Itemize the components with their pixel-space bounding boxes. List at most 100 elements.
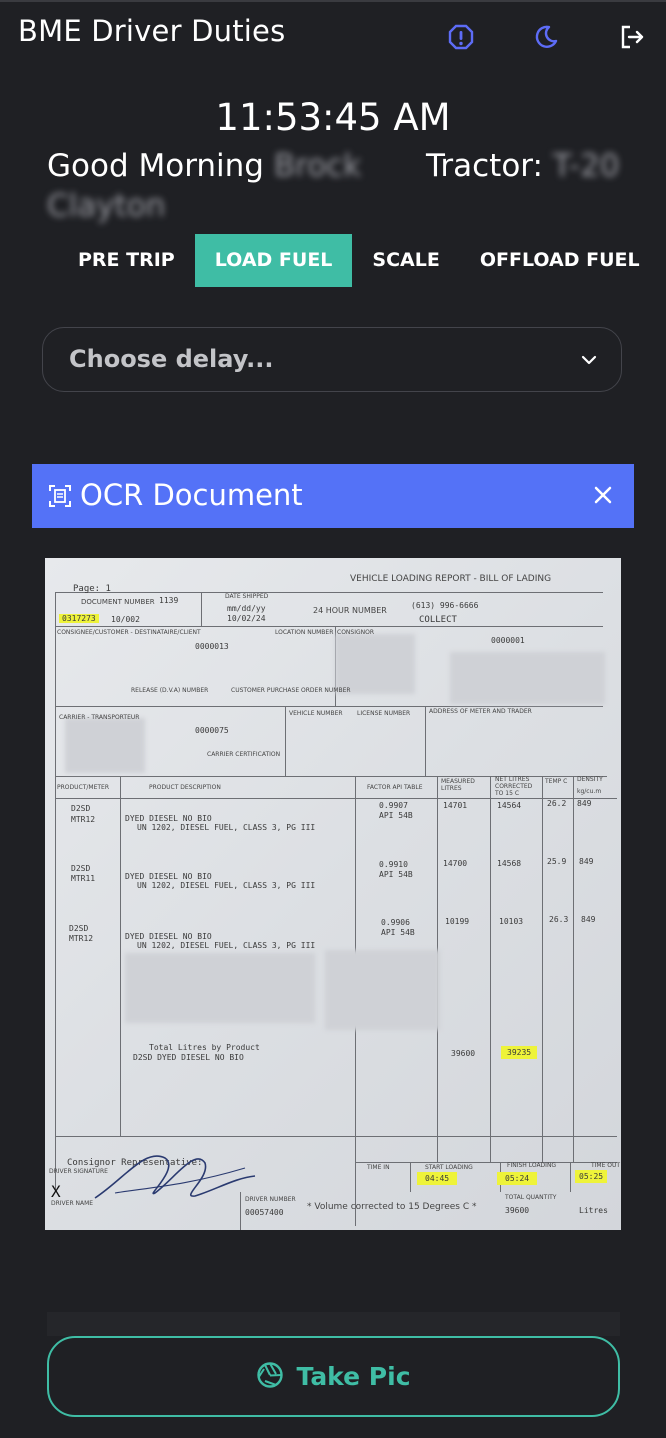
doc-row2-meter: MTR11 — [71, 874, 96, 883]
doc-row2-measured: 14700 — [443, 859, 468, 868]
doc-x-mark: X — [51, 1182, 61, 1201]
tab-load-fuel[interactable]: LOAD FUEL — [194, 234, 353, 287]
app-title: BME Driver Duties — [18, 14, 286, 48]
doc-col-desc: PRODUCT DESCRIPTION — [149, 784, 221, 791]
camera-shutter-icon — [256, 1361, 284, 1393]
doc-page: Page: 1 — [73, 584, 111, 594]
tractor: Tractor: T-20 — [426, 148, 620, 184]
greeting: Good Morning Brock — [47, 148, 361, 184]
doc-finish-loading: 05:24 — [497, 1172, 538, 1185]
doc-report-title: VEHICLE LOADING REPORT - BILL OF LADING — [350, 574, 552, 584]
doc-total-measured: 39600 — [451, 1049, 476, 1058]
doc-col-meter: PRODUCT/METER — [57, 784, 109, 791]
doc-start-loading: 04:45 — [417, 1172, 458, 1185]
doc-row1-api: API 54B — [379, 811, 413, 820]
doc-row2-desc1: DYED DIESEL NO BIO — [125, 872, 212, 881]
chevron-down-icon — [579, 350, 599, 374]
doc-date-shipped-label: DATE SHIPPED — [225, 593, 269, 600]
tab-pre-trip[interactable]: PRE TRIP — [58, 234, 195, 287]
doc-document-number: 1139 — [159, 596, 179, 605]
doc-time-out-label: TIME OUT — [591, 1162, 621, 1169]
delay-select-placeholder: Choose delay... — [69, 345, 274, 373]
moon-icon[interactable] — [531, 22, 561, 52]
doc-license-label: LICENSE NUMBER — [357, 710, 411, 717]
doc-total-qty-label: TOTAL QUANTITY — [505, 1194, 557, 1201]
doc-volume-note: * Volume corrected to 15 Degrees C * — [307, 1202, 477, 1212]
doc-col-temp: TEMP C — [545, 778, 568, 785]
take-pic-button[interactable]: Take Pic — [47, 1336, 620, 1417]
tractor-label: Tractor: — [426, 148, 543, 184]
tractor-value: T-20 — [552, 148, 620, 184]
doc-row2-api: API 54B — [379, 870, 413, 879]
doc-address-label: ADDRESS OF METER AND TRADER — [429, 708, 532, 715]
ocr-panel-header: OCR Document — [32, 464, 634, 528]
doc-row3-density: 849 — [581, 915, 596, 924]
doc-row1-net: 14564 — [497, 801, 522, 810]
doc-po-label: CUSTOMER PURCHASE ORDER NUMBER — [231, 687, 351, 694]
doc-row2-temp: 25.9 — [547, 857, 567, 866]
doc-total-unit: Litres — [579, 1206, 608, 1215]
doc-hour-label: 24 HOUR NUMBER — [313, 606, 387, 615]
doc-row3-code: D2SD — [69, 924, 89, 933]
doc-date-format: mm/dd/yy — [227, 604, 266, 613]
doc-vehicle-label: VEHICLE NUMBER — [289, 710, 343, 717]
close-icon[interactable] — [590, 482, 616, 512]
doc-row2-code: D2SD — [71, 864, 91, 873]
doc-consignor-number: 0000001 — [491, 636, 525, 645]
doc-time-in-label: TIME IN — [367, 1164, 390, 1171]
doc-row1-desc1: DYED DIESEL NO BIO — [125, 814, 212, 823]
doc-consignee-number: 0000013 — [195, 642, 229, 651]
doc-start-loading-label: START LOADING — [425, 1164, 473, 1171]
doc-row1-density: 849 — [577, 799, 592, 808]
doc-consignee-label: CONSIGNEE/CUSTOMER - DESTINATAIRE/CLIENT — [57, 629, 201, 636]
doc-row2-factor: 0.9910 — [379, 860, 408, 869]
doc-collect: COLLECT — [419, 615, 457, 625]
doc-col-density: DENSITY — [577, 776, 603, 783]
doc-row3-meter: MTR12 — [69, 934, 94, 943]
doc-row3-desc2: UN 1202, DIESEL FUEL, CLASS 3, PG III — [137, 941, 316, 950]
scan-document-icon — [48, 484, 72, 512]
tab-scale[interactable]: SCALE — [352, 234, 459, 287]
take-pic-label: Take Pic — [296, 1362, 411, 1391]
doc-row2-desc2: UN 1202, DIESEL FUEL, CLASS 3, PG III — [137, 881, 316, 890]
doc-row3-measured: 10199 — [445, 917, 470, 926]
doc-code: 10/002 — [111, 615, 140, 624]
driver-last-name: Clayton — [47, 188, 166, 224]
doc-carrier-label: CARRIER - TRANSPORTEUR — [59, 714, 140, 721]
doc-driver-number: 00057400 — [245, 1208, 284, 1217]
clock: 11:53:45 AM — [215, 96, 451, 139]
doc-row1-meter: MTR12 — [71, 815, 96, 824]
panel-divider — [47, 1312, 620, 1336]
doc-row1-measured: 14701 — [443, 801, 468, 810]
doc-row3-desc1: DYED DIESEL NO BIO — [125, 932, 212, 941]
tab-offload-fuel[interactable]: OFFLOAD FUEL — [460, 234, 660, 287]
doc-total-label: Total Litres by Product — [149, 1043, 260, 1052]
driver-last-name-line: Clayton — [47, 188, 165, 224]
doc-document-number-label: DOCUMENT NUMBER — [81, 598, 155, 606]
doc-finish-loading-label: FINISH LOADING — [507, 1162, 557, 1169]
greeting-prefix: Good Morning — [47, 148, 264, 184]
doc-hour-number: (613) 996-6666 — [411, 601, 479, 610]
doc-row3-temp: 26.3 — [549, 915, 569, 924]
doc-row2-net: 14568 — [497, 859, 522, 868]
doc-total-net: 39235 — [501, 1046, 538, 1059]
doc-density-unit: kg/cu.m — [577, 788, 602, 795]
doc-row3-net: 10103 — [499, 917, 524, 926]
doc-row1-temp: 26.2 — [547, 799, 567, 808]
doc-carrier-cert-label: CARRIER CERTIFICATION — [207, 751, 281, 758]
doc-row1-code: D2SD — [71, 804, 91, 813]
doc-row1-factor: 0.9907 — [379, 801, 408, 810]
doc-total-qty: 39600 — [505, 1206, 530, 1215]
ocr-panel-title: OCR Document — [80, 478, 303, 512]
doc-col-measured: MEASURED LITRES — [441, 778, 475, 792]
delay-select[interactable]: Choose delay... — [42, 327, 622, 392]
doc-time-out: 05:25 — [575, 1170, 608, 1183]
doc-carrier-number: 0000075 — [195, 726, 229, 735]
alert-icon[interactable] — [446, 22, 476, 52]
doc-col-net: NET LITRES CORRECTED TO 15 C — [495, 776, 533, 797]
doc-driver-number-label: DRIVER NUMBER — [245, 1196, 296, 1203]
duty-tabs: PRE TRIP LOAD FUEL SCALE OFFLOAD FUEL — [58, 234, 660, 287]
doc-total-product: D2SD DYED DIESEL NO BIO — [133, 1053, 244, 1062]
doc-date: 10/02/24 — [227, 614, 266, 623]
logout-icon[interactable] — [617, 22, 647, 52]
